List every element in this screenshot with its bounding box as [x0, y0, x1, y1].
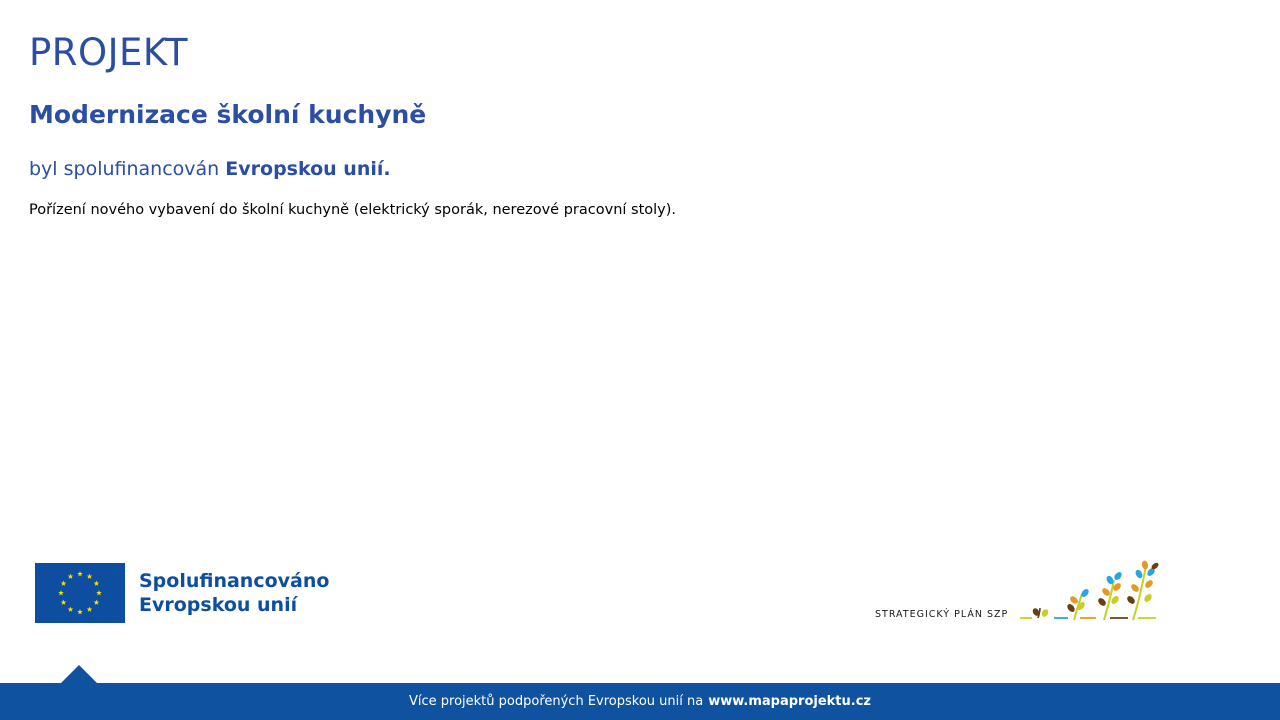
eu-star-icon	[67, 573, 74, 579]
eu-star-icon	[67, 606, 74, 612]
project-name: Modernizace školní kuchyně	[29, 100, 427, 129]
cofinanced-prefix: byl spolufinancován	[29, 158, 220, 180]
eu-star-icon	[86, 606, 93, 612]
footer-text: Více projektů podpořených Evropskou unií…	[409, 694, 704, 709]
szp-logo: STRATEGICKÝ PLÁN SZP	[875, 560, 1175, 626]
eu-logo-text: Spolufinancováno Evropskou unií	[139, 569, 329, 617]
eu-star-icon	[93, 580, 100, 586]
eu-star-icon	[93, 599, 100, 605]
footer-link[interactable]: www.mapaprojektu.cz	[708, 694, 871, 709]
szp-plants-icon	[1020, 560, 1159, 621]
eu-star-icon	[86, 573, 93, 579]
eu-star-icon	[77, 571, 83, 577]
footer-tab-notch	[60, 665, 98, 684]
project-description: Pořízení nového vybavení do školní kuchy…	[29, 202, 677, 218]
szp-logo-text: STRATEGICKÝ PLÁN SZP	[875, 609, 1009, 620]
eu-logo-line2: Evropskou unií	[139, 594, 298, 616]
eu-logo-line1: Spolufinancováno	[139, 570, 330, 592]
poster-page: PROJEKT Modernizace školní kuchyně byl s…	[0, 0, 1280, 720]
cofinanced-statement: byl spolufinancován Evropskou unií.	[29, 158, 391, 181]
eu-star-icon	[60, 599, 67, 605]
eu-flag-icon	[35, 563, 125, 623]
footer-bar: Více projektů podpořených Evropskou unií…	[0, 683, 1280, 720]
page-title: PROJEKT	[29, 31, 188, 74]
eu-star-icon	[58, 590, 64, 596]
eu-star-icon	[96, 590, 102, 596]
eu-cofinanced-logo: Spolufinancováno Evropskou unií	[35, 563, 329, 623]
eu-star-icon	[60, 580, 67, 586]
eu-star-icon	[77, 609, 83, 615]
cofinanced-eu: Evropskou unií.	[225, 158, 391, 180]
